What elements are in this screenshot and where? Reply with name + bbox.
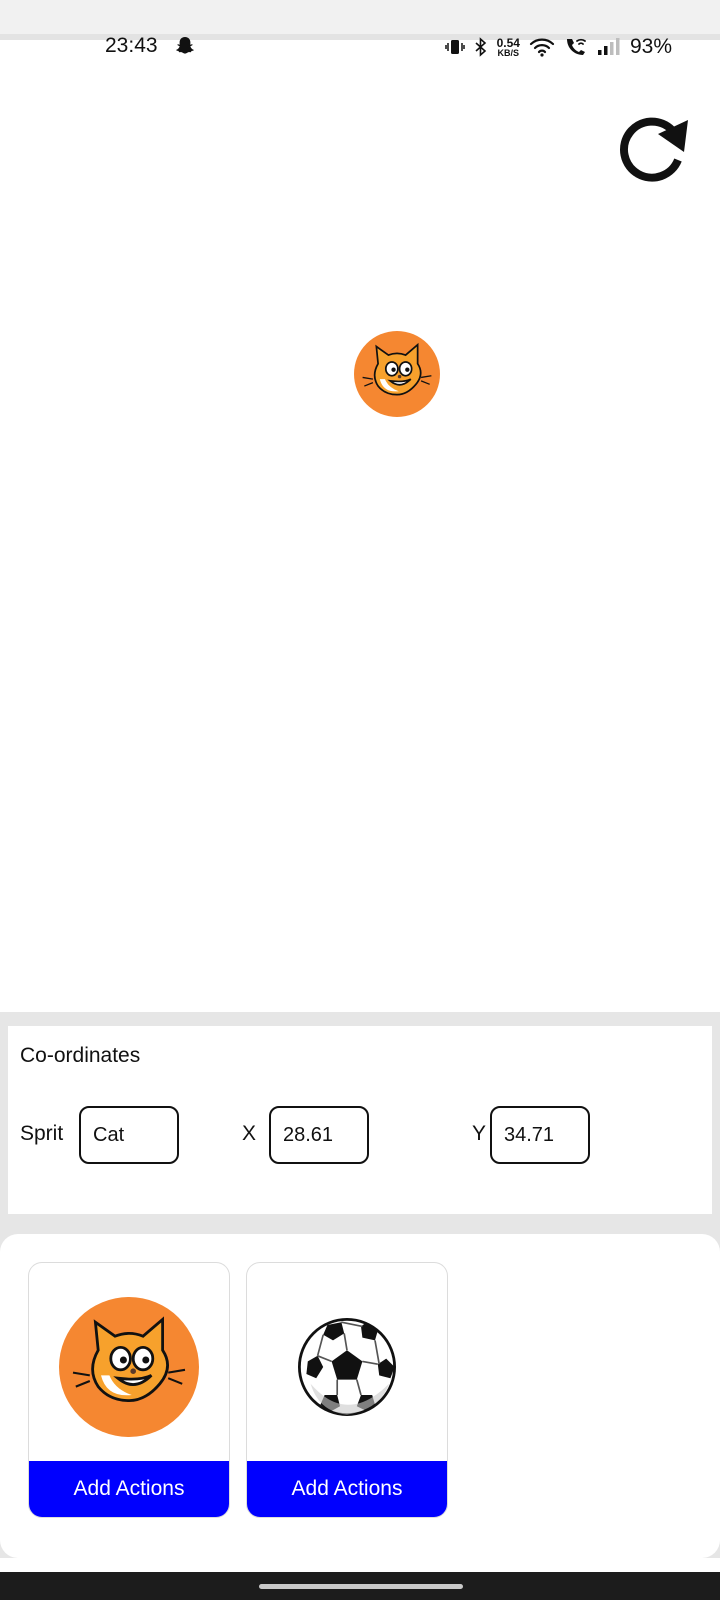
sprite-card-cat[interactable]: Add Actions bbox=[28, 1262, 230, 1518]
ball-sprite-thumbnail[interactable] bbox=[277, 1297, 417, 1437]
snapchat-icon bbox=[176, 37, 194, 54]
y-label: Y bbox=[472, 1122, 487, 1145]
status-icons: 0.54 KB/S 93% bbox=[444, 30, 672, 64]
vibrate-icon bbox=[444, 40, 465, 54]
sprite-label: Sprit bbox=[20, 1122, 64, 1145]
sprite-panel: Add Actions Add Actions bbox=[0, 1234, 720, 1558]
battery-level: 93% bbox=[629, 35, 672, 58]
sprite-card-ball[interactable]: Add Actions bbox=[246, 1262, 448, 1518]
network-speed: 0.54 KB/S bbox=[497, 37, 520, 58]
x-label: X bbox=[242, 1122, 257, 1145]
network-speed-value: 0.54 bbox=[496, 35, 520, 50]
cat-sprite-thumbnail[interactable] bbox=[59, 1297, 199, 1437]
status-time: 23:43 bbox=[105, 34, 158, 57]
y-field[interactable]: 34.71 bbox=[490, 1106, 590, 1164]
status-bar: 23:43 0.54 KB/S 93% bbox=[0, 0, 720, 90]
add-actions-button-ball[interactable]: Add Actions bbox=[247, 1461, 447, 1517]
coordinates-panel: Co-ordinates Sprit Cat X 28.61 Y 34.71 bbox=[8, 1026, 712, 1214]
coordinates-title: Co-ordinates bbox=[20, 1044, 141, 1067]
network-speed-unit: KB/S bbox=[497, 47, 520, 58]
signal-icon bbox=[597, 38, 620, 55]
wifi-call-icon bbox=[566, 38, 586, 55]
wifi-icon bbox=[529, 38, 555, 57]
stage-cat-sprite[interactable] bbox=[354, 331, 440, 417]
sprite-field[interactable]: Cat bbox=[79, 1106, 179, 1164]
bluetooth-icon bbox=[475, 37, 486, 57]
x-field[interactable]: 28.61 bbox=[269, 1106, 369, 1164]
refresh-icon[interactable] bbox=[612, 108, 692, 188]
gesture-handle[interactable] bbox=[259, 1584, 463, 1589]
add-actions-button-cat[interactable]: Add Actions bbox=[29, 1461, 229, 1517]
